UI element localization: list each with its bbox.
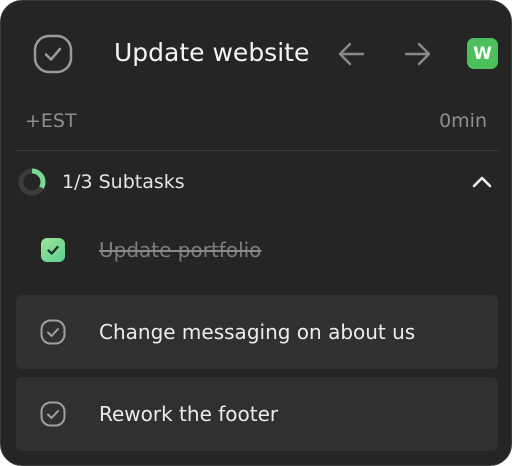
- collapse-subtasks-button[interactable]: [469, 170, 495, 194]
- subtask-label: Change messaging on about us: [99, 320, 416, 344]
- subtask-checkbox[interactable]: [40, 237, 66, 263]
- subtask-label: Update portfolio: [99, 238, 262, 262]
- subtask-item[interactable]: Change messaging on about us: [16, 295, 498, 369]
- task-header: Update website W: [1, 1, 511, 105]
- divider: [16, 150, 498, 151]
- previous-task-button[interactable]: [335, 39, 367, 69]
- task-detail-card: Update website W +EST 0min 1/3 Subtasks: [0, 0, 512, 466]
- subtask-checkbox[interactable]: [40, 401, 66, 427]
- subtask-label: Rework the footer: [99, 402, 279, 426]
- arrow-right-icon: [404, 42, 431, 66]
- workspace-badge[interactable]: W: [467, 38, 498, 69]
- add-estimate-button[interactable]: +EST: [25, 108, 77, 134]
- subtask-progress-ring-icon: [18, 168, 46, 196]
- check-circle-icon: [40, 319, 66, 345]
- checked-checkbox-icon: [41, 238, 65, 262]
- check-circle-icon: [33, 34, 73, 74]
- subtask-checkbox[interactable]: [40, 319, 66, 345]
- estimate-value: 0min: [439, 110, 487, 132]
- chevron-up-icon: [472, 176, 492, 188]
- task-title[interactable]: Update website: [114, 36, 309, 70]
- subtasks-header[interactable]: 1/3 Subtasks: [1, 161, 511, 203]
- subtasks-summary: 1/3 Subtasks: [62, 171, 185, 193]
- subtask-item[interactable]: Update portfolio: [16, 213, 498, 287]
- complete-task-button[interactable]: [33, 34, 73, 74]
- subtask-item[interactable]: Rework the footer: [16, 377, 498, 451]
- arrow-left-icon: [338, 42, 365, 66]
- next-task-button[interactable]: [402, 39, 434, 69]
- check-circle-icon: [40, 401, 66, 427]
